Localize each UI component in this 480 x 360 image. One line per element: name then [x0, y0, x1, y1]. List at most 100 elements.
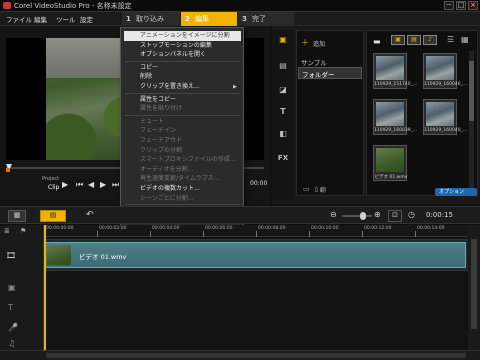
- timeline-toolbar: ▦ ▤ ↶ ⊖ ⊕ ⊡ ◷ 0:00:15: [0, 206, 480, 224]
- prev-frame-icon[interactable]: ◀: [88, 180, 94, 189]
- ruler-label: 00:00:12:00: [364, 226, 392, 231]
- tab-capture[interactable]: 1 取り込み: [122, 12, 180, 26]
- menu-separator: [125, 92, 241, 94]
- menu-separator: [125, 60, 241, 62]
- context-menu-item[interactable]: コピー: [124, 63, 241, 73]
- thumb-scrollbar[interactable]: [469, 51, 474, 191]
- undo-icon[interactable]: ↶: [86, 210, 94, 220]
- thumbnail-pane: ▬ ▣ ▤ ♪ ☰ ▦ 110929_151740_... 110929_160…: [366, 30, 478, 196]
- context-menu-item: スマートプロキシファイルの作成...: [140, 156, 236, 164]
- fit-project-icon[interactable]: ⊡: [388, 210, 402, 222]
- home-icon[interactable]: ⏮: [76, 180, 83, 190]
- zoom-handle[interactable]: [360, 212, 366, 220]
- app-icon: [3, 2, 11, 9]
- timeline-hscrollbar[interactable]: [0, 350, 480, 360]
- track-headers: ≣ ⚑ 🎞 ▣ T 🎤 ♫: [0, 225, 44, 350]
- folder-browse-icon[interactable]: ▬: [373, 37, 381, 46]
- minimize-button[interactable]: －: [444, 1, 454, 10]
- maximize-button[interactable]: □: [456, 1, 466, 10]
- zoom-slider[interactable]: [342, 212, 372, 220]
- list-view-icon[interactable]: ☰: [447, 35, 454, 44]
- instant-project-icon[interactable]: ▤: [276, 60, 290, 72]
- menu-tools[interactable]: ツール: [56, 14, 76, 24]
- graphic-icon[interactable]: ◧: [276, 128, 290, 140]
- context-menu-item[interactable]: アニメーションをイメージに分割: [124, 31, 241, 41]
- add-folder-label[interactable]: 追加: [313, 39, 325, 48]
- browse-icon[interactable]: ▭: [303, 185, 310, 193]
- timeline-tracks: ビデオ 01.wmv: [44, 225, 468, 350]
- add-icon[interactable]: ＋: [301, 37, 309, 48]
- context-menu-item: 再生速度変更/タイムラプス...: [140, 175, 220, 183]
- menu-settings[interactable]: 設定: [80, 14, 93, 24]
- title-track-icon[interactable]: T: [8, 303, 13, 312]
- folder-selected[interactable]: フォルダー: [298, 67, 362, 79]
- ruler-label: 00:00:04:00: [152, 226, 180, 231]
- options-button[interactable]: オプション: [435, 188, 477, 196]
- video-track-icon[interactable]: 🎞: [6, 251, 16, 260]
- filter-icon[interactable]: FX: [276, 152, 290, 164]
- filter-video-icon[interactable]: ▣: [391, 35, 405, 45]
- grid-view-icon[interactable]: ▦: [461, 35, 469, 44]
- thumb-2[interactable]: 110929_160046_...: [423, 53, 467, 89]
- filter-audio-icon[interactable]: ♪: [423, 35, 437, 45]
- context-menu-item[interactable]: 削除: [124, 72, 241, 82]
- context-menu-item: ミュート: [140, 117, 165, 125]
- clip-name: ビデオ 01.wmv: [79, 253, 127, 261]
- clip-thumbnail: [47, 245, 71, 265]
- close-button[interactable]: ×: [468, 1, 478, 10]
- thumb-image: [426, 102, 454, 126]
- submenu-arrow-icon: ▶: [233, 84, 237, 90]
- context-menu-item[interactable]: ストップモーションの編集: [124, 41, 241, 51]
- play-icon[interactable]: ▶: [62, 180, 68, 189]
- mark-in-icon[interactable]: [6, 168, 10, 172]
- media-icon[interactable]: ▣: [276, 34, 290, 46]
- timeline-ruler[interactable]: 00:00:00:00 00:00:02:00 00:00:04:00 00:00:0…: [44, 225, 468, 237]
- mode-project-label[interactable]: Project: [42, 176, 59, 182]
- context-menu-item: オーディオを分割...: [140, 165, 194, 173]
- track-manager-icon[interactable]: ≣: [4, 227, 10, 235]
- folder-sample[interactable]: サンプル: [301, 57, 327, 67]
- ruler-label: 00:00:02:00: [99, 226, 127, 231]
- context-menu-item[interactable]: 属性をコピー: [124, 95, 241, 105]
- menu-separator: [125, 114, 241, 116]
- playhead[interactable]: [44, 225, 46, 350]
- project-duration: 0:00:15: [426, 211, 453, 219]
- tab-edit[interactable]: 2 編集: [181, 12, 237, 26]
- tab-share[interactable]: 3 完了: [238, 12, 294, 26]
- context-menu-item: フェードイン: [140, 127, 177, 135]
- zoom-in-icon[interactable]: ⊕: [374, 210, 381, 219]
- transition-icon[interactable]: ◪: [276, 84, 290, 96]
- app-title: Corel VideoStudio Pro - 名称未設定: [14, 2, 132, 10]
- context-menu-item: クリップの分割: [140, 146, 183, 154]
- filter-photo-icon[interactable]: ▤: [407, 35, 421, 45]
- menu-edit[interactable]: 編集: [34, 14, 47, 24]
- zoom-out-icon[interactable]: ⊖: [330, 210, 337, 219]
- thumb-video[interactable]: ビデオ 01.wmv: [373, 145, 407, 181]
- chapter-icon[interactable]: ⚑: [20, 227, 26, 235]
- context-menu-item: シーンごとに分割...: [140, 194, 194, 202]
- context-menu-item[interactable]: ビデオの複数カット...: [124, 184, 241, 194]
- next-frame-icon[interactable]: ▶: [100, 180, 106, 189]
- thumb-image: [376, 56, 404, 80]
- library-tools: ▣ ▤ ◪ T ◧ FX: [272, 30, 294, 200]
- timeline-clip[interactable]: ビデオ 01.wmv: [44, 242, 466, 268]
- overlay-track-icon[interactable]: ▣: [8, 283, 16, 292]
- thumb-1[interactable]: 110929_151740_...: [373, 53, 417, 89]
- timeline-scrollbar[interactable]: [468, 225, 480, 350]
- mode-clip-label[interactable]: Clip: [48, 184, 59, 191]
- music-track-icon[interactable]: ♫: [8, 339, 15, 348]
- context-menu-item: 属性を貼り付け: [140, 105, 183, 113]
- menu-file[interactable]: ファイル: [6, 14, 32, 24]
- timeline-view-icon[interactable]: ▤: [40, 210, 66, 222]
- thumb-3[interactable]: 110929_160039_...: [373, 99, 417, 135]
- context-menu-item[interactable]: クリップを置き換え...: [124, 82, 241, 92]
- voice-track-icon[interactable]: 🎤: [8, 323, 18, 332]
- ruler-label: 00:00:08:00: [258, 226, 286, 231]
- thumb-4[interactable]: 110929_160040_...: [423, 99, 467, 135]
- storyboard-view-icon[interactable]: ▦: [8, 210, 26, 222]
- thumb-image: [426, 56, 454, 80]
- context-menu-item[interactable]: オプションパネルを開く: [124, 50, 241, 60]
- title-icon[interactable]: T: [276, 106, 290, 118]
- folder-pane: ＋ 追加 サンプル フォルダー ▭ ﾛ 翻: [296, 30, 364, 196]
- end-icon[interactable]: ⏭: [112, 180, 119, 190]
